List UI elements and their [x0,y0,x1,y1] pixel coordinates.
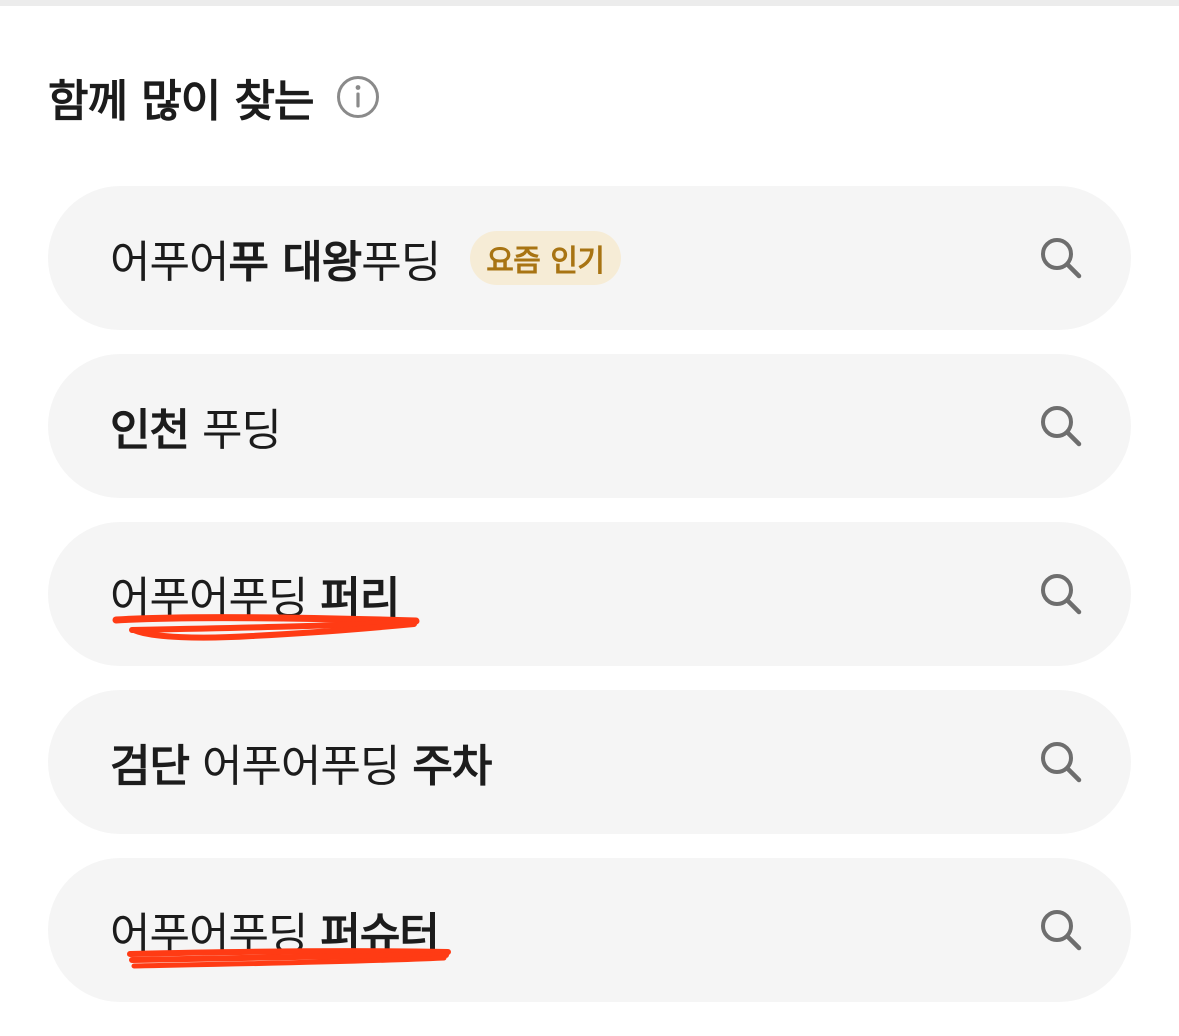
query-text-bold: 퍼슈터 [320,909,439,960]
section-header: 함께 많이 찾는 [48,62,380,132]
suggestion-item[interactable]: 어푸어 푸 대왕 푸딩 요즘 인기 [48,186,1131,330]
query-text-bold: 인천 [110,405,190,456]
query-text-bold: 퍼리 [320,573,400,624]
search-icon[interactable] [1037,738,1085,786]
info-circle-icon[interactable] [336,75,380,119]
query-text: 푸딩 [188,405,282,456]
query-text-bold: 검단 [110,741,190,792]
suggestion-query: 검단 어푸어푸딩 주차 [110,730,492,794]
suggestion-list: 어푸어 푸 대왕 푸딩 요즘 인기 인천 푸딩 어푸어푸딩 퍼리 검단 어푸어푸… [48,186,1131,1002]
query-text-bold: 주차 [412,741,492,792]
query-text: 어푸어푸딩 [188,741,413,792]
top-divider [0,0,1179,6]
search-icon[interactable] [1037,234,1085,282]
query-text: 푸딩 [361,237,441,288]
suggestion-query: 인천 푸딩 [110,394,282,458]
trending-badge: 요즘 인기 [470,231,621,285]
section-title: 함께 많이 찾는 [48,76,315,127]
suggestion-item[interactable]: 검단 어푸어푸딩 주차 [48,690,1131,834]
suggestion-item[interactable]: 인천 푸딩 [48,354,1131,498]
query-text: 어푸어푸딩 [110,909,321,960]
suggestion-item[interactable]: 어푸어푸딩 퍼슈터 [48,858,1131,1002]
suggestion-query: 어푸어푸딩 퍼슈터 [110,898,451,969]
suggestion-query: 어푸어푸딩 퍼리 [110,562,420,641]
query-text-bold: 푸 대왕 [228,237,362,288]
suggestion-item[interactable]: 어푸어푸딩 퍼리 [48,522,1131,666]
search-icon[interactable] [1037,570,1085,618]
search-icon[interactable] [1037,906,1085,954]
query-text: 어푸어푸딩 [110,573,321,624]
query-text: 어푸어 [110,237,229,288]
suggestion-query: 어푸어 푸 대왕 푸딩 [110,226,441,290]
search-icon[interactable] [1037,402,1085,450]
